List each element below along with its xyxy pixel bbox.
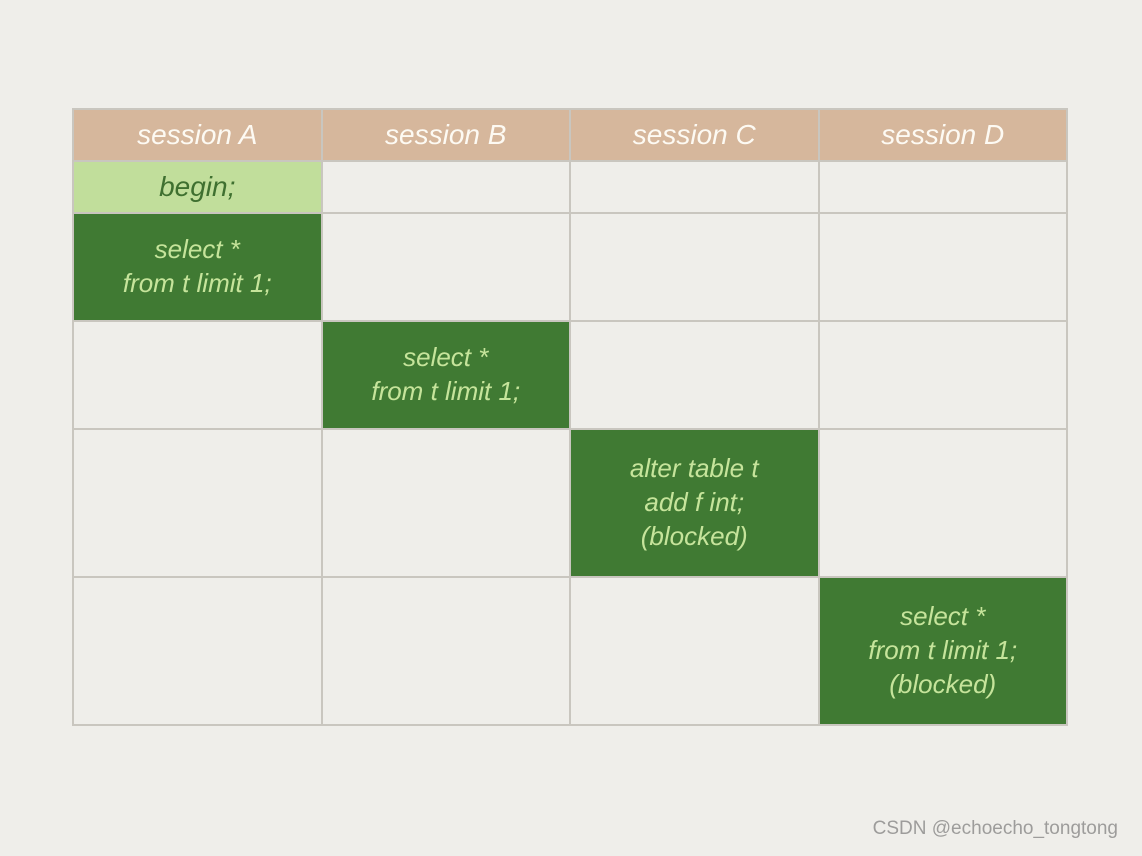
col-header-d: session D xyxy=(819,109,1068,161)
cell-session-b-select: select *from t limit 1; xyxy=(323,322,570,428)
col-header-c: session C xyxy=(570,109,819,161)
cell-session-d-select: select *from t limit 1;(blocked) xyxy=(820,578,1067,724)
session-lock-diagram: session A session B session C session D … xyxy=(72,108,1068,726)
step-row-3: select *from t limit 1; xyxy=(73,321,1067,429)
cell-session-c-alter: alter table tadd f int;(blocked) xyxy=(571,430,818,576)
step-row-1: begin; xyxy=(73,161,1067,213)
step-row-4: alter table tadd f int;(blocked) xyxy=(73,429,1067,577)
step-row-5: select *from t limit 1;(blocked) xyxy=(73,577,1067,725)
col-header-b: session B xyxy=(322,109,571,161)
header-row: session A session B session C session D xyxy=(73,109,1067,161)
cell-begin: begin; xyxy=(74,162,321,212)
watermark: CSDN @echoecho_tongtong xyxy=(873,818,1118,840)
step-row-2: select *from t limit 1; xyxy=(73,213,1067,321)
cell-session-a-select: select *from t limit 1; xyxy=(74,214,321,320)
col-header-a: session A xyxy=(73,109,322,161)
